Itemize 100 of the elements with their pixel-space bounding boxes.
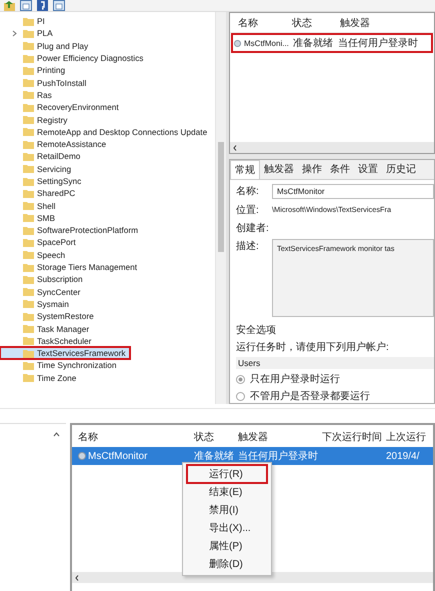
tree-item[interactable]: Subscription xyxy=(0,273,87,286)
menu-item[interactable]: 导出(X)... xyxy=(187,519,267,537)
menu-item[interactable]: 禁用(I) xyxy=(187,501,267,519)
folder-icon xyxy=(23,188,34,198)
field-label: 描述: xyxy=(236,240,260,253)
column-header[interactable]: 状态 xyxy=(194,430,238,444)
tree-item[interactable]: Printing xyxy=(0,64,70,76)
tree-item[interactable]: SoftwareProtectionPlatform xyxy=(0,224,142,236)
folder-up-icon[interactable] xyxy=(4,0,15,11)
column-header[interactable]: 上次运行 xyxy=(386,430,435,444)
tree-item[interactable]: PLA xyxy=(0,27,57,40)
tree-item[interactable]: SharedPC xyxy=(0,187,80,200)
menu-item[interactable]: 运行(R) xyxy=(187,465,267,483)
radio-button[interactable] xyxy=(236,374,245,384)
folder-icon xyxy=(23,287,34,296)
folder-icon xyxy=(23,66,34,75)
tree-item[interactable]: TextServicesFramework xyxy=(0,347,130,360)
folder-icon xyxy=(23,324,34,334)
folder-icon xyxy=(23,348,34,358)
chevron-icon[interactable] xyxy=(12,30,16,37)
tree-item[interactable]: SpacePort xyxy=(0,236,80,249)
tree-item[interactable]: RetailDemo xyxy=(0,150,84,163)
section-title: 安全选项 xyxy=(236,324,277,337)
folder-icon xyxy=(23,54,34,63)
tree-item[interactable]: Storage Tiers Management xyxy=(0,260,142,274)
folder-icon xyxy=(23,28,34,38)
scrollbar[interactable] xyxy=(215,12,226,404)
tree-item[interactable]: SyncCenter xyxy=(0,286,84,298)
folder-icon xyxy=(23,238,34,247)
folder-icon xyxy=(23,164,34,174)
folder-icon xyxy=(23,250,34,260)
tree-item[interactable]: PI xyxy=(0,15,49,28)
tree-item[interactable]: Task Manager xyxy=(0,322,94,335)
folder-icon xyxy=(23,213,34,222)
tree-item[interactable]: SystemRestore xyxy=(0,310,98,322)
column-header[interactable]: 状态 xyxy=(292,16,336,30)
field-label: 位置: xyxy=(236,204,260,217)
folder-icon xyxy=(23,226,34,235)
scroll-left-icon[interactable] xyxy=(233,144,237,150)
tree-item[interactable]: Speech xyxy=(0,248,70,261)
panel-icon[interactable] xyxy=(53,0,65,11)
tree-item[interactable]: Time Synchronization xyxy=(0,359,120,372)
menu-item[interactable]: 删除(D) xyxy=(187,555,267,573)
tree-item[interactable]: Power Efficiency Diagnostics xyxy=(0,52,148,64)
tree-item[interactable]: Registry xyxy=(0,113,72,126)
tab[interactable]: 触发器 xyxy=(260,160,298,179)
column-header[interactable]: 触发器 xyxy=(238,430,322,444)
tree-item[interactable]: Time Zone xyxy=(0,372,80,384)
tab[interactable]: 常规 xyxy=(230,160,260,179)
tab[interactable]: 设置 xyxy=(354,160,382,179)
name-field[interactable]: MsCtfMonitor xyxy=(272,184,434,199)
folder-icon xyxy=(23,127,34,136)
tree-item[interactable]: RemoteApp and Desktop Connections Update xyxy=(0,126,212,138)
panel-icon[interactable] xyxy=(20,0,32,11)
field-label: 名称: xyxy=(236,185,260,198)
account-field: Users xyxy=(236,357,434,369)
tree-item[interactable]: SMB xyxy=(0,212,59,224)
menu-item[interactable]: 结束(E) xyxy=(187,483,267,501)
column-header[interactable]: 下次运行时间 xyxy=(322,430,386,444)
folder-icon xyxy=(23,102,34,112)
folder-icon xyxy=(23,373,34,382)
folder-icon xyxy=(23,152,34,161)
tab[interactable]: 操作 xyxy=(298,160,326,179)
folder-icon xyxy=(23,140,34,149)
tab[interactable]: 条件 xyxy=(326,160,354,179)
tree-item[interactable]: TaskScheduler xyxy=(0,334,96,348)
column-header[interactable]: 名称 xyxy=(78,430,194,444)
radio-label: 不管用户是否登录都要运行 xyxy=(250,390,370,403)
folder-icon xyxy=(23,90,34,100)
scroll-left-icon[interactable] xyxy=(75,574,79,580)
scrollbar[interactable] xyxy=(72,572,433,583)
radio-label: 只在用户登录时运行 xyxy=(250,372,340,386)
help-icon[interactable] xyxy=(37,0,48,11)
folder-icon xyxy=(23,201,34,210)
tree-item[interactable]: Servicing xyxy=(0,162,76,175)
radio-button[interactable] xyxy=(236,392,245,400)
tree-item[interactable]: RemoteAssistance xyxy=(0,138,110,150)
tab[interactable]: 历史记 xyxy=(382,160,420,179)
folder-icon xyxy=(23,41,34,50)
tree-item[interactable]: Ras xyxy=(0,88,56,102)
folder-icon xyxy=(23,176,34,186)
tree-item[interactable]: SettingSync xyxy=(0,174,86,188)
folder-icon xyxy=(23,274,34,284)
task-row[interactable]: MsCtfMonitor 准备就绪 当任何用户登录时 2019/4/ xyxy=(72,447,433,465)
folder-icon xyxy=(23,78,34,88)
column-header[interactable]: 触发器 xyxy=(340,16,420,30)
column-header[interactable]: 名称 xyxy=(238,16,288,30)
folder-icon xyxy=(23,312,34,321)
scrollbar[interactable] xyxy=(230,142,434,153)
tree-item[interactable]: Plug and Play xyxy=(0,40,92,52)
tree-item[interactable]: PushToInstall xyxy=(0,76,90,89)
scroll-up-icon[interactable] xyxy=(53,432,60,437)
account-prompt: 运行任务时，请使用下列用户帐户: xyxy=(236,340,390,354)
tree-item[interactable]: Sysmain xyxy=(0,298,73,310)
field-label: 创建者: xyxy=(236,222,270,235)
tree-item[interactable]: Shell xyxy=(0,199,60,212)
task-row[interactable]: MsCtfMoni... 准备就绪 当任何用户登录时 xyxy=(232,34,432,52)
folder-icon xyxy=(23,299,34,308)
menu-item[interactable]: 属性(P) xyxy=(187,537,267,555)
tree-item[interactable]: RecoveryEnvironment xyxy=(0,101,123,114)
